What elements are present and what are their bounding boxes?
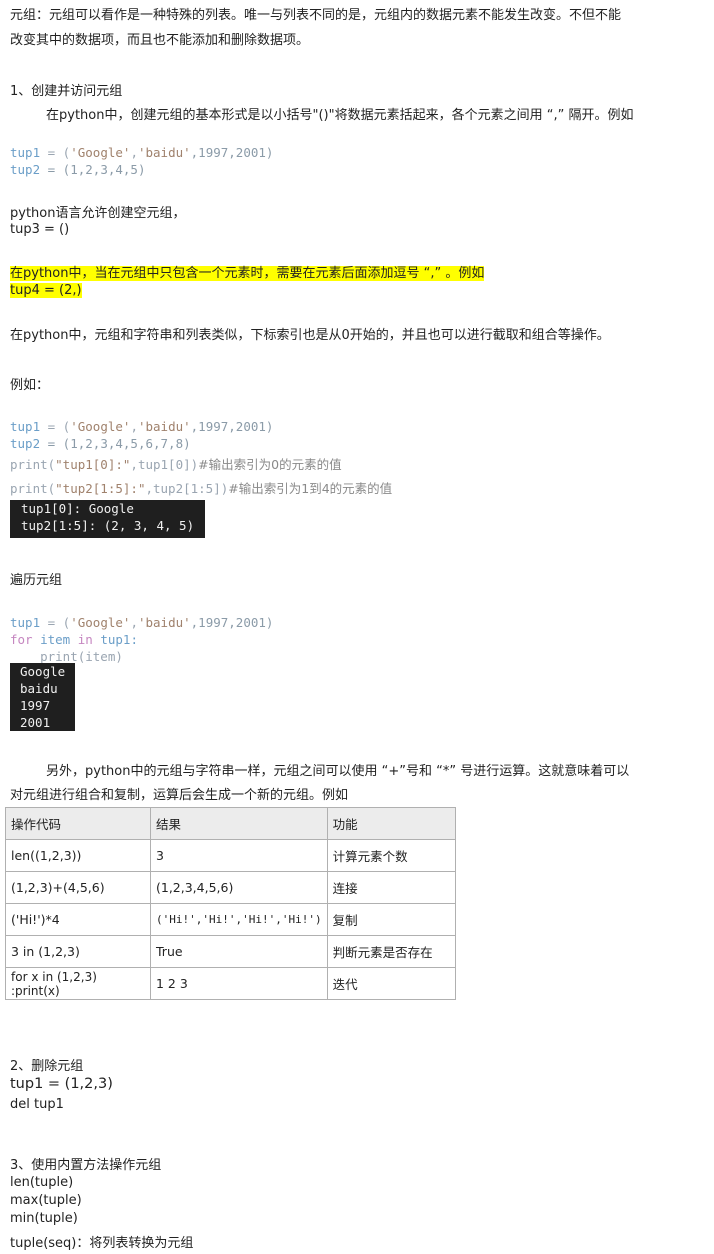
table-cell: True [150, 935, 328, 968]
console-output-traverse: Google baidu 1997 2001 [10, 663, 76, 731]
table-header: 操作代码 [5, 807, 151, 840]
code-line-print1: print("tup1[0]:",tup1[0])#输出索引为0的元素的值 [10, 457, 342, 472]
builtin-item-min: min(tuple) [10, 1211, 78, 1226]
table-cell: 迭代 [326, 967, 456, 1000]
ops-line-1: 另外，python中的元组与字符串一样，元组之间可以使用 “+”号和 “*” 号… [46, 764, 630, 779]
code-block-traverse: tup1 = ('Google','baidu',1997,2001) for … [10, 615, 274, 664]
table-header-row: 操作代码 结果 功能 [5, 807, 456, 840]
builtin-item-len: len(tuple) [10, 1175, 74, 1190]
builtin-item-tuple: tuple(seq)：将列表转换为元组 [10, 1236, 194, 1251]
intro-line-1: 元组：元组可以看作是一种特殊的列表。唯一与列表不同的是，元组内的数据元素不能发生… [10, 8, 622, 23]
table-cell: (1,2,3,4,5,6) [150, 871, 328, 904]
code-block-create: tup1 = ('Google','baidu',1997,2001) tup2… [10, 145, 274, 177]
ops-line-2: 对元组进行组合和复制，运算后会生成一个新的元组。例如 [10, 788, 349, 803]
intro-line-2: 改变其中的数据项，而且也不能添加和删除数据项。 [10, 33, 310, 48]
delete-code-line-2: del tup1 [10, 1097, 64, 1112]
empty-tuple-code: tup3 = () [10, 222, 70, 237]
table-cell: 连接 [326, 871, 456, 904]
table-cell: (1,2,3)+(4,5,6) [5, 871, 151, 904]
highlighted-code: tup4 = (2,) [10, 283, 82, 298]
table-cell: 3 [150, 839, 328, 872]
builtin-item-max: max(tuple) [10, 1193, 82, 1208]
table-cell: ('Hi!','Hi!','Hi!','Hi!') [150, 903, 328, 936]
section1-desc: 在python中，创建元组的基本形式是以小括号"()"将数据元素括起来，各个元素… [46, 108, 634, 123]
table-cell: ('Hi!')*4 [5, 903, 151, 936]
code-block-index: tup1 = ('Google','baidu',1997,2001) tup2… [10, 419, 274, 451]
single-element-text: 在python中，当在元组中只包含一个元素时，需要在元素后面添加逗号 “,” 。… [10, 262, 485, 281]
table-row: ('Hi!')*4 ('Hi!','Hi!','Hi!','Hi!') 复制 [5, 903, 456, 936]
table-cell: 3 in (1,2,3) [5, 935, 151, 968]
table-cell: len((1,2,3)) [5, 839, 151, 872]
console-output-index: tup1[0]: Google tup2[1:5]: (2, 3, 4, 5) [10, 500, 206, 538]
table-row: len((1,2,3)) 3 计算元素个数 [5, 839, 456, 872]
index-text: 在python中，元组和字符串和列表类似，下标索引也是从0开始的，并且也可以进行… [10, 328, 610, 343]
section3-heading: 3、使用内置方法操作元组 [10, 1158, 162, 1173]
table-cell: 复制 [326, 903, 456, 936]
section1-heading: 1、创建并访问元组 [10, 84, 123, 99]
example-label: 例如： [10, 378, 50, 393]
table-row: (1,2,3)+(4,5,6) (1,2,3,4,5,6) 连接 [5, 871, 456, 904]
single-element-code: tup4 = (2,) [10, 283, 82, 298]
section2-heading: 2、删除元组 [10, 1059, 84, 1074]
highlighted-text: 在python中，当在元组中只包含一个元素时，需要在元素后面添加逗号 “,” 。… [10, 266, 485, 281]
table-cell: for x in (1,2,3) :print(x) [5, 967, 151, 1000]
table-row: for x in (1,2,3) :print(x) 1 2 3 迭代 [5, 967, 456, 1000]
empty-tuple-text: python语言允许创建空元组， [10, 206, 186, 221]
traverse-label: 遍历元组 [10, 573, 63, 588]
table-header: 功能 [326, 807, 456, 840]
table-cell: 1 2 3 [150, 967, 328, 1000]
table-header: 结果 [150, 807, 328, 840]
code-line-print2: print("tup2[1:5]:",tup2[1:5])#输出索引为1到4的元… [10, 481, 393, 496]
delete-code-line-1: tup1 = (1,2,3) [10, 1076, 113, 1092]
table-cell: 判断元素是否存在 [326, 935, 456, 968]
table-cell: 计算元素个数 [326, 839, 456, 872]
operations-table: 操作代码 结果 功能 len((1,2,3)) 3 计算元素个数 (1,2,3)… [5, 807, 456, 1000]
table-row: 3 in (1,2,3) True 判断元素是否存在 [5, 935, 456, 968]
